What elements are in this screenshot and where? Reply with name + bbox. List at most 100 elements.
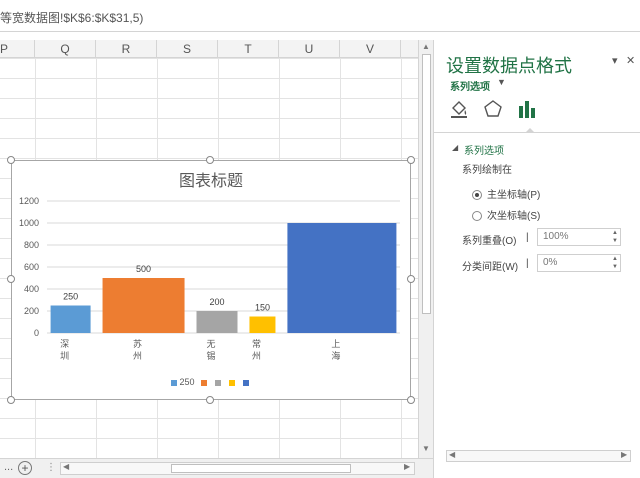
category-label: 州 (252, 351, 261, 362)
resize-handle-top[interactable] (206, 156, 214, 164)
scroll-left-arrow-icon[interactable]: ◀ (449, 450, 455, 459)
data-label: 200 (209, 297, 224, 307)
legend-swatch (171, 379, 178, 386)
scroll-down-arrow-icon[interactable]: ▼ (422, 444, 430, 453)
gap-width-spinner[interactable]: 0% ▲ ▼ (537, 254, 621, 272)
legend-entry[interactable] (200, 377, 209, 387)
chart-legend[interactable]: 250 (12, 377, 410, 387)
series-overlap-value[interactable]: 100% (543, 231, 569, 242)
chart-plot[interactable]: 0 200 400 600 800 1000 1200 250 深圳 500 苏州 200 无锡 150 常… (12, 161, 412, 401)
horizontal-scrollbar-thumb[interactable] (171, 464, 351, 473)
bar[interactable] (102, 278, 185, 333)
data-label: 150 (255, 303, 270, 313)
category-label: 无 (206, 339, 215, 350)
data-label: 500 (136, 264, 151, 274)
sheet-horizontal-scrollbar[interactable]: ◀ ▶ (60, 462, 415, 475)
legend-swatch (214, 379, 221, 386)
effects-tab-pentagon-icon[interactable] (482, 98, 504, 120)
scroll-right-arrow-icon[interactable]: ▶ (404, 462, 410, 471)
spinner-arrows-icon[interactable]: ▲ ▼ (612, 229, 618, 245)
column-header-p[interactable]: P (0, 40, 35, 58)
format-data-point-pane: 设置数据点格式 ▾ ✕ 系列选项 ▼ ◢ 系列选项 系列绘制在 主坐标轴(P) … (433, 40, 640, 478)
series-options-dropdown[interactable]: 系列选项 (450, 78, 490, 93)
close-icon[interactable]: ✕ (626, 54, 635, 67)
column-header-row: P Q R S T U V (0, 40, 418, 58)
resize-handle-top-right[interactable] (407, 156, 415, 164)
bar[interactable] (287, 223, 397, 333)
secondary-axis-option[interactable]: 次坐标轴(S) (472, 207, 540, 222)
category-label: 海 (331, 350, 340, 362)
column-header-v[interactable]: V (340, 40, 401, 58)
y-tick-label: 800 (24, 240, 39, 250)
primary-axis-option[interactable]: 主坐标轴(P) (472, 186, 540, 201)
sheet-tab-bar: ... + ⋮ ◀ ▶ (0, 458, 433, 478)
collapse-triangle-icon[interactable]: ◢ (452, 143, 458, 152)
legend-swatch (228, 379, 235, 386)
primary-axis-radio[interactable] (472, 190, 482, 201)
secondary-axis-label[interactable]: 次坐标轴(S) (487, 211, 540, 222)
primary-axis-label[interactable]: 主坐标轴(P) (487, 190, 540, 201)
column-header-r[interactable]: R (96, 40, 157, 58)
category-label: 圳 (60, 351, 69, 362)
resize-handle-bottom[interactable] (206, 396, 214, 404)
excel-window: 等宽数据图!$K$6:$K$31,5) P Q R S T U V ▲ ▼ 图表… (0, 0, 640, 478)
series-overlap-label: 系列重叠(O) (462, 236, 517, 247)
secondary-axis-radio[interactable] (472, 211, 482, 222)
series-options-tab-bar-chart-icon[interactable] (516, 98, 538, 120)
fill-line-tab-icon[interactable] (448, 98, 470, 120)
y-tick-label: 400 (24, 284, 39, 294)
data-label: 250 (63, 292, 78, 302)
formula-text[interactable]: 等宽数据图!$K$6:$K$31,5) (0, 9, 143, 26)
legend-entry[interactable]: 250 (171, 377, 195, 387)
series-overlap-slider-marker[interactable]: | (526, 232, 529, 243)
sheet-vertical-scrollbar[interactable]: ▲ ▼ (418, 40, 433, 458)
pane-title: 设置数据点格式 (446, 56, 572, 76)
tab-divider (434, 132, 640, 133)
resize-handle-bottom-right[interactable] (407, 396, 415, 404)
resize-handle-left[interactable] (7, 275, 15, 283)
y-tick-label: 1200 (19, 196, 39, 206)
chart-area[interactable]: 图表标题 0 200 400 600 800 1000 1200 250 深圳 500 苏州 200 无… (11, 160, 411, 400)
column-header-s[interactable]: S (157, 40, 218, 58)
add-sheet-icon[interactable]: + (18, 461, 32, 475)
plot-series-on-label: 系列绘制在 (462, 165, 512, 176)
bar[interactable] (196, 311, 238, 333)
y-tick-label: 0 (34, 328, 39, 338)
resize-handle-top-left[interactable] (7, 156, 15, 164)
scroll-left-arrow-icon[interactable]: ◀ (63, 462, 69, 471)
category-label: 上 (331, 339, 340, 350)
legend-entry[interactable] (242, 377, 251, 387)
legend-label: 250 (179, 377, 195, 387)
splitter-handle-icon[interactable]: ⋮ (46, 462, 56, 473)
category-label: 州 (133, 351, 142, 362)
pane-menu-icon[interactable]: ▾ (612, 54, 618, 67)
legend-entry[interactable] (228, 377, 237, 387)
gap-width-slider-marker[interactable]: | (526, 258, 529, 269)
resize-handle-right[interactable] (407, 275, 415, 283)
legend-swatch (200, 379, 207, 386)
resize-handle-bottom-left[interactable] (7, 396, 15, 404)
y-tick-label: 600 (24, 262, 39, 272)
section-series-options[interactable]: 系列选项 (464, 142, 504, 157)
legend-entry[interactable] (214, 377, 223, 387)
category-label: 苏 (133, 338, 142, 350)
scrollbar-thumb[interactable] (422, 54, 431, 314)
bar[interactable] (50, 305, 91, 334)
bar[interactable] (249, 316, 276, 334)
category-label: 深 (60, 339, 69, 350)
column-header-u[interactable]: U (279, 40, 340, 58)
column-header-t[interactable]: T (218, 40, 279, 58)
spinner-arrows-icon[interactable]: ▲ ▼ (612, 255, 618, 271)
pane-horizontal-scrollbar[interactable]: ◀ ▶ (446, 450, 631, 462)
active-tab-marker (525, 128, 535, 133)
scroll-right-arrow-icon[interactable]: ▶ (621, 450, 627, 459)
scroll-up-arrow-icon[interactable]: ▲ (422, 42, 430, 51)
legend-swatch (242, 379, 249, 386)
y-tick-label: 1000 (19, 218, 39, 228)
gap-width-value[interactable]: 0% (543, 257, 557, 268)
series-overlap-spinner[interactable]: 100% ▲ ▼ (537, 228, 621, 246)
chevron-down-icon[interactable]: ▼ (497, 77, 506, 87)
sheet-tabs-ellipsis[interactable]: ... (4, 461, 13, 473)
column-header-q[interactable]: Q (35, 40, 96, 58)
formula-bar[interactable]: 等宽数据图!$K$6:$K$31,5) (0, 0, 640, 32)
